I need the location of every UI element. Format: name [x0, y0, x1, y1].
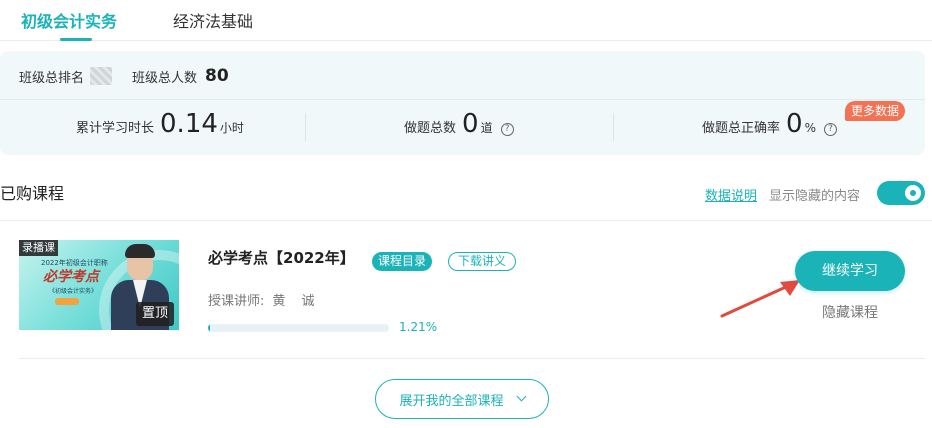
- red-arrow-annotation: [720, 280, 800, 318]
- course-progress-text: 1.21%: [399, 320, 438, 334]
- course-progress-bar: [208, 324, 389, 332]
- show-hidden-toggle[interactable]: [877, 181, 925, 205]
- questions-label: 做题总数: [404, 121, 457, 136]
- hide-course-button[interactable]: 隐藏课程: [822, 302, 878, 322]
- tab-chuji-kuaiji-shiwu[interactable]: 初级会计实务: [21, 8, 117, 32]
- download-handout-button[interactable]: 下载讲义: [448, 252, 517, 271]
- stats-divider: [0, 99, 925, 100]
- questions-unit: 道: [480, 121, 493, 135]
- recorded-course-tag: 录播课: [19, 240, 58, 256]
- questions-value: 0: [462, 109, 479, 139]
- header-divider: [0, 220, 932, 221]
- teacher-name: 黄 诚: [272, 294, 321, 309]
- study-time-value: 0.14: [160, 109, 218, 139]
- accuracy-help-icon[interactable]: ?: [823, 122, 837, 136]
- teacher-label: 授课讲师:: [208, 294, 265, 309]
- accuracy-value: 0: [786, 109, 803, 139]
- course-title[interactable]: 必学考点【2022年】: [208, 247, 355, 268]
- purchased-courses-title: 已购课程: [0, 184, 65, 203]
- rank-label: 班级总排名: [19, 70, 85, 86]
- stat-separator: [305, 113, 306, 141]
- more-data-button[interactable]: 更多数据: [845, 101, 906, 121]
- rank-row: 班级总排名 班级总人数 80: [19, 64, 229, 88]
- stat-questions: 做题总数 0 道 ?: [404, 109, 514, 139]
- teacher-photo-hair: [125, 244, 155, 258]
- continue-learning-button[interactable]: 继续学习: [795, 251, 905, 291]
- question-help-icon[interactable]: ?: [500, 122, 514, 136]
- page: 初级会计实务 经济法基础 班级总排名 班级总人数 80 累计学习时长 0.14 …: [0, 0, 932, 428]
- expand-all-courses-button[interactable]: 展开我的全部课程: [375, 379, 549, 419]
- total-value: 80: [205, 66, 229, 86]
- data-explanation-link[interactable]: 数据说明: [705, 185, 757, 204]
- teacher-info: 授课讲师: 黄 诚: [208, 290, 321, 309]
- study-time-label: 累计学习时长: [76, 121, 155, 136]
- rank-value-blurred: [90, 67, 113, 85]
- course-progress-fill: [208, 324, 211, 332]
- thumbnail-subtitle: 《初级会计实务》: [49, 288, 98, 295]
- stats-card: 班级总排名 班级总人数 80 累计学习时长 0.14 小时 做题总数 0 道 ?…: [0, 51, 925, 155]
- course-catalog-button[interactable]: 课程目录: [372, 252, 433, 271]
- accuracy-unit: %: [804, 121, 816, 135]
- accuracy-label: 做题总正确率: [702, 121, 781, 136]
- stat-separator: [613, 113, 614, 141]
- chevron-down-icon: [516, 391, 526, 401]
- study-time-unit: 小时: [219, 121, 244, 135]
- total-label: 班级总人数: [132, 70, 198, 86]
- tab-jingjifa-jichu[interactable]: 经济法基础: [173, 8, 253, 32]
- course-card-divider: [19, 358, 925, 359]
- subject-tabs: 初级会计实务 经济法基础: [0, 0, 932, 41]
- toggle-knob: [905, 185, 921, 201]
- thumbnail-pill: [55, 298, 79, 305]
- thumbnail-title: 必学考点: [43, 269, 99, 285]
- show-hidden-label: 显示隐藏的内容: [769, 189, 861, 204]
- expand-all-courses-label: 展开我的全部课程: [399, 393, 504, 409]
- stat-accuracy: 做题总正确率 0 % ?: [702, 109, 837, 139]
- tab-active-indicator: [60, 38, 92, 41]
- pin-to-top-button[interactable]: 置顶: [136, 302, 174, 326]
- stat-study-time: 累计学习时长 0.14 小时: [76, 109, 244, 139]
